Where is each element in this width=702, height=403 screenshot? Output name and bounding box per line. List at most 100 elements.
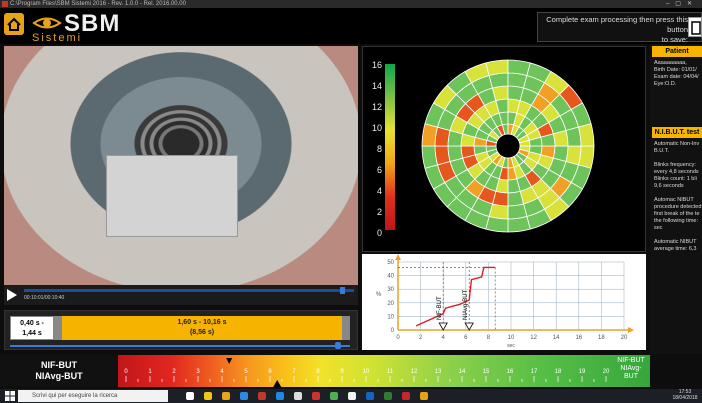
info-line: Automac NIBUT [654, 197, 694, 203]
nibut-chart: 504030201000 2 4 6 8 10 12 14 16 18 20%secNIF-BUT N… [362, 254, 646, 350]
x-tick-label: 18 [598, 335, 605, 341]
y-tick-label: 30 [387, 287, 394, 293]
scale-number: 0 [124, 369, 128, 375]
scale-number: 7 [292, 369, 296, 375]
video-progress-handle[interactable] [340, 287, 345, 294]
range-slider[interactable] [10, 345, 350, 347]
info-line: procedure detected [654, 204, 702, 210]
scale-label: 10 [371, 123, 382, 133]
info-line [654, 155, 702, 162]
info-line: average time: 6,3 [654, 246, 697, 252]
logo-subtitle: Sistemi [32, 32, 83, 44]
scale-number: 12 [411, 369, 418, 375]
x-tick-label: 12 [530, 335, 537, 341]
scale-number: 11 [387, 369, 394, 375]
scale-label: 2 [376, 207, 382, 217]
range-divider-right [342, 316, 350, 340]
info-line: sec [654, 225, 663, 231]
nif-label-left: NIF-BUT NIAvg-BUT [0, 355, 118, 387]
map-cell [507, 203, 528, 220]
nibut-header: N.I.B.U.T. test [652, 127, 702, 138]
scale-label: 12 [371, 102, 382, 112]
x-tick-label: 16 [575, 335, 582, 341]
info-line: B.U.T. [654, 148, 669, 154]
info-line: every 4,8 seconds [654, 169, 699, 175]
powerpoint-icon[interactable] [402, 392, 410, 400]
home-button[interactable] [4, 13, 24, 35]
scale-number: 15 [483, 369, 490, 375]
folder-icon[interactable] [222, 392, 230, 400]
scale-number: 4 [220, 369, 224, 375]
scale-number: 16 [507, 369, 514, 375]
map-cell [507, 216, 531, 233]
map-cell [578, 123, 595, 147]
taskbar-search-input[interactable]: Scrivi qui per eseguire la ricerca [18, 390, 168, 402]
info-line: Automatic NIBUT [654, 239, 697, 245]
patient-header: Patient [652, 46, 702, 57]
range-divider-left [54, 316, 62, 340]
scale-label: 8 [376, 144, 382, 154]
scale-number: 19 [579, 369, 586, 375]
patient-info: Aaaaaaaaaa, Birth Date: 01/01/Exam date: … [654, 60, 702, 88]
scale-number: 3 [196, 369, 200, 375]
store-icon[interactable] [240, 392, 248, 400]
excel-icon[interactable] [384, 392, 392, 400]
video-time: 00:10:01/00:10:40 [24, 295, 65, 301]
window-controls[interactable]: –▢✕ [666, 0, 698, 8]
play-icon[interactable] [6, 288, 18, 302]
scale-number: 2 [172, 369, 176, 375]
color-scale-bar [385, 64, 395, 230]
analysis-overlay-box [106, 155, 238, 237]
scale-number: 17 [531, 369, 538, 375]
save-button[interactable] [688, 17, 702, 37]
map-cell [488, 72, 509, 89]
x-unit-label: sec [507, 343, 515, 349]
home-icon [7, 17, 21, 31]
app-icon [2, 1, 8, 7]
video-progress[interactable] [24, 289, 354, 292]
nibut-scale-marks: 0 1 2 3 4 5 6 7 8 9 10 11 12 13 14 15 16 17 18 19 20 [124, 358, 610, 387]
info-line: Exam date: 04/04/ [654, 74, 699, 80]
map-center [497, 135, 519, 157]
scale-number: 14 [459, 369, 466, 375]
analysis-interval[interactable]: 1,60 s - 10,16 s (8,56 s) [62, 316, 342, 340]
info-line: 9,6 seconds [654, 183, 684, 189]
map-cell [485, 59, 509, 76]
app-icon-2[interactable] [330, 392, 338, 400]
window-title: C:\Program Files\SBM Sistemi 2016 - Rev.… [10, 1, 186, 7]
x-tick-label: 10 [508, 335, 515, 341]
title-bar: C:\Program Files\SBM Sistemi 2016 - Rev.… [0, 0, 702, 8]
y-tick-label: 20 [387, 301, 394, 307]
sbm-app-icon[interactable] [420, 392, 428, 400]
pdf-icon[interactable] [312, 392, 320, 400]
scale-label: 0 [376, 228, 382, 238]
y-tick-label: 50 [387, 260, 394, 266]
info-line: Birth Date: 01/01/ [654, 67, 697, 73]
nif-label-right: NIF-BUT NIAvg- BUT [617, 357, 645, 380]
x-tick-label: 14 [553, 335, 560, 341]
app-icon-1[interactable] [294, 392, 302, 400]
app-icon-red[interactable] [258, 392, 266, 400]
word-icon[interactable] [366, 392, 374, 400]
info-line: Aaaaaaaaaa, [654, 60, 687, 66]
windows-start-icon[interactable] [4, 390, 16, 402]
info-line: first break of the te [654, 211, 700, 217]
taskview-icon[interactable] [186, 392, 194, 400]
app-icon-3[interactable] [348, 392, 356, 400]
map-cell [485, 216, 509, 233]
niavg-but-indicator [273, 380, 282, 387]
map-cell [565, 126, 582, 147]
blink-interval[interactable]: 0,40 s - 1,44 s [10, 316, 54, 340]
marker-label: NIF-BUT [437, 296, 443, 320]
map-cell [578, 145, 595, 169]
system-clock[interactable]: 17:53 18/04/2018 [668, 389, 702, 401]
scale-number: 6 [268, 369, 272, 375]
chrome-icon[interactable] [204, 392, 212, 400]
info-line: Automatic Non-Inv [654, 141, 700, 147]
edge-icon[interactable] [276, 392, 284, 400]
scale-label: 14 [371, 81, 382, 91]
x-tick-label: 20 [621, 335, 628, 341]
range-slider-handle[interactable] [335, 342, 341, 349]
scale-number: 9 [340, 369, 344, 375]
map-cell [421, 123, 438, 147]
